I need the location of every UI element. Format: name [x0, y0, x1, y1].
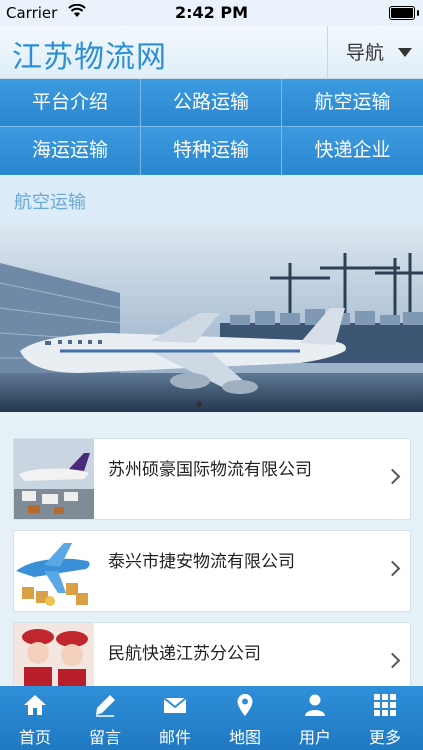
company-thumbnail: [14, 531, 94, 611]
grid-icon: [373, 693, 397, 717]
company-name: 民航快递江苏分公司: [108, 644, 261, 664]
category-sea-transport[interactable]: 海运运输: [0, 127, 140, 174]
battery-icon: [389, 6, 419, 20]
pencil-icon: [93, 693, 117, 717]
company-thumbnail: [14, 439, 94, 519]
tab-message[interactable]: 留言: [70, 686, 140, 750]
category-air-transport[interactable]: 航空运输: [282, 79, 423, 126]
tab-label: 更多: [368, 728, 401, 747]
category-platform-intro[interactable]: 平台介绍: [0, 79, 140, 126]
list-item-company[interactable]: 苏州硕豪国际物流有限公司: [13, 438, 411, 520]
tab-label: 留言: [88, 728, 121, 747]
carousel-indicator[interactable]: [196, 401, 202, 407]
header-divider: [327, 26, 328, 78]
tab-label: 邮件: [158, 728, 191, 747]
app-header: 江苏物流网 导航: [0, 26, 423, 79]
chevron-right-icon: [384, 468, 401, 485]
grid-divider: [140, 79, 141, 175]
category-express-companies[interactable]: 快递企业: [282, 127, 423, 174]
company-name: 泰兴市捷安物流有限公司: [108, 552, 295, 572]
section-header: 航空运输: [0, 175, 423, 223]
tab-label: 用户: [298, 728, 331, 747]
category-special-transport[interactable]: 特种运输: [141, 127, 281, 174]
caret-down-icon[interactable]: [398, 48, 412, 57]
grid-divider: [0, 126, 423, 127]
tab-mail[interactable]: 邮件: [140, 686, 210, 750]
tab-label: 地图: [228, 728, 261, 747]
list-item-company[interactable]: 泰兴市捷安物流有限公司: [13, 530, 411, 612]
status-bar: Carrier 2:42 PM: [0, 0, 423, 26]
chevron-right-icon: [384, 560, 401, 577]
tab-more[interactable]: 更多: [350, 686, 423, 750]
category-road-transport[interactable]: 公路运输: [141, 79, 281, 126]
category-grid: 平台介绍 公路运输 航空运输 海运运输 特种运输 快递企业: [0, 79, 423, 175]
tab-label: 首页: [18, 728, 51, 747]
company-name: 苏州硕豪国际物流有限公司: [108, 460, 312, 480]
grid-divider: [281, 79, 282, 175]
site-title: 江苏物流网: [12, 40, 167, 75]
bottom-tab-bar: 首页 留言 邮件 地图 用户 更多: [0, 686, 423, 750]
clock: 2:42 PM: [174, 3, 248, 22]
chevron-right-icon: [384, 652, 401, 669]
user-icon: [303, 693, 327, 717]
tab-home[interactable]: 首页: [0, 686, 70, 750]
mail-icon: [163, 693, 187, 717]
tab-user[interactable]: 用户: [280, 686, 350, 750]
section-title: 航空运输: [14, 192, 86, 213]
banner-image[interactable]: [0, 223, 423, 412]
tab-map[interactable]: 地图: [210, 686, 280, 750]
home-icon: [23, 693, 47, 717]
map-pin-icon: [233, 693, 257, 717]
nav-menu-button[interactable]: 导航: [346, 38, 384, 65]
